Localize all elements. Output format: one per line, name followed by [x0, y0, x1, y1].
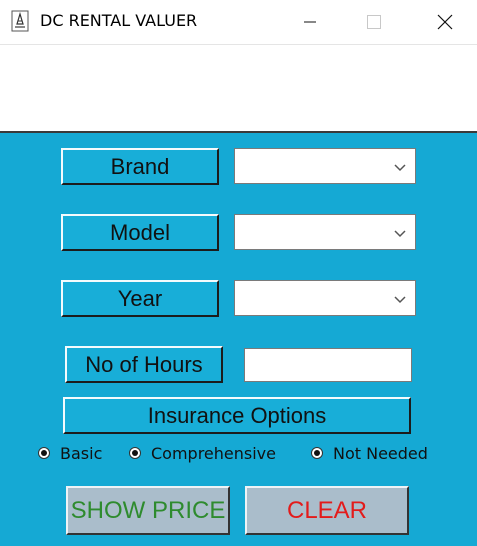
radio-selected-icon[interactable] — [38, 447, 50, 459]
chevron-down-icon — [394, 164, 406, 172]
header-area — [0, 45, 477, 131]
main-panel: Brand Model Year No of Hours Insurance O… — [0, 133, 477, 546]
window-title: DC RENTAL VALUER — [40, 11, 198, 30]
radio-basic[interactable]: Basic — [38, 443, 102, 463]
year-label-button[interactable]: Year — [61, 280, 219, 317]
radio-comprehensive[interactable]: Comprehensive — [129, 443, 276, 463]
model-label: Model — [110, 219, 170, 245]
show-price-label: SHOW PRICE — [70, 496, 226, 524]
insurance-options-button[interactable]: Insurance Options — [63, 397, 411, 434]
show-price-button[interactable]: SHOW PRICE — [66, 486, 230, 535]
radio-not-needed-label: Not Needed — [333, 443, 428, 463]
app-document-icon — [11, 10, 29, 32]
maximize-button[interactable] — [351, 0, 397, 44]
model-select[interactable] — [234, 214, 416, 250]
clear-button[interactable]: CLEAR — [245, 486, 409, 535]
minimize-icon — [304, 21, 316, 23]
model-label-button[interactable]: Model — [61, 214, 219, 251]
radio-comprehensive-label: Comprehensive — [151, 443, 276, 463]
radio-basic-label: Basic — [60, 443, 103, 463]
close-icon — [437, 14, 453, 30]
chevron-down-icon — [394, 296, 406, 304]
brand-label-button[interactable]: Brand — [61, 148, 219, 185]
brand-label: Brand — [110, 153, 170, 179]
hours-label-button[interactable]: No of Hours — [65, 346, 223, 383]
close-button[interactable] — [422, 0, 468, 44]
brand-select[interactable] — [234, 148, 416, 184]
radio-selected-icon[interactable] — [311, 447, 323, 459]
clear-label: CLEAR — [286, 496, 368, 524]
chevron-down-icon — [394, 230, 406, 238]
hours-input[interactable] — [244, 348, 412, 382]
maximize-icon — [367, 15, 381, 29]
title-bar[interactable]: DC RENTAL VALUER — [0, 0, 477, 45]
year-label: Year — [117, 285, 163, 311]
year-select[interactable] — [234, 280, 416, 316]
insurance-options-label: Insurance Options — [147, 402, 327, 428]
radio-not-needed[interactable]: Not Needed — [311, 443, 428, 463]
hours-label: No of Hours — [85, 351, 203, 377]
radio-selected-icon[interactable] — [129, 447, 141, 459]
minimize-button[interactable] — [287, 0, 333, 44]
